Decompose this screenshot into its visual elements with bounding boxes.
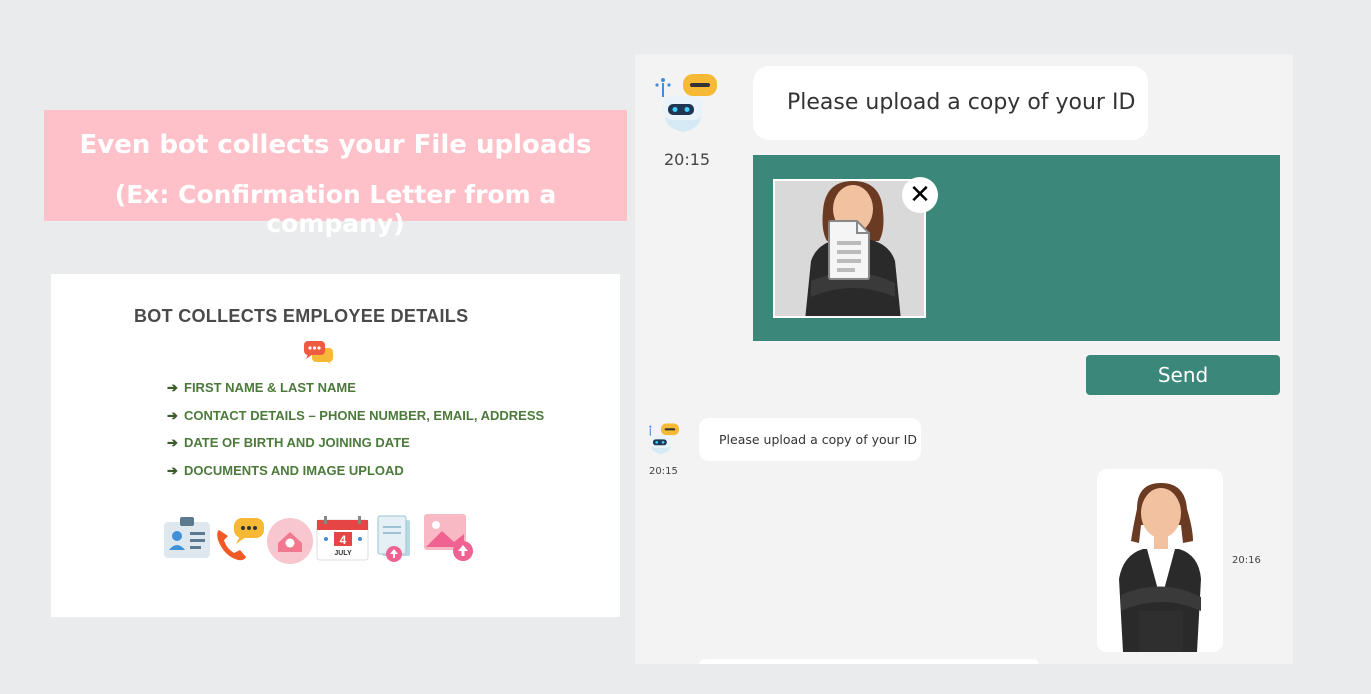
feature-icons-row: 4 JULY xyxy=(164,514,473,564)
list-item: ➔ DOCUMENTS AND IMAGE UPLOAD xyxy=(167,463,544,491)
upload-preview-panel xyxy=(753,155,1280,341)
list-item: ➔ CONTACT DETAILS – PHONE NUMBER, EMAIL, … xyxy=(167,408,544,436)
document-icon xyxy=(828,220,870,280)
message-timestamp: 20:15 xyxy=(649,466,678,477)
message-timestamp: 20:15 xyxy=(664,150,711,169)
chat-bubbles-icon xyxy=(304,341,333,365)
calendar-month-text: JULY xyxy=(334,550,352,557)
card-title: BOT COLLECTS EMPLOYEE DETAILS xyxy=(134,306,469,326)
employee-details-card: BOT COLLECTS EMPLOYEE DETAILS ➔ FIRST NAM… xyxy=(51,274,620,617)
home-location-icon xyxy=(267,518,313,564)
woman-portrait-image xyxy=(1097,469,1223,652)
arrow-icon: ➔ xyxy=(167,462,178,478)
phone-chat-icon xyxy=(217,518,264,561)
list-item: ➔ DATE OF BIRTH AND JOINING DATE xyxy=(167,435,544,463)
bot-message-bubble: Please upload a copy of your ID xyxy=(699,418,921,461)
remove-upload-button[interactable]: ✕ xyxy=(902,177,938,213)
arrow-icon: ➔ xyxy=(167,407,178,423)
bot-message-bubble: Please upload a copy of your ID xyxy=(753,66,1148,140)
arrow-icon: ➔ xyxy=(167,435,178,450)
calendar-day-text: 4 xyxy=(340,533,347,547)
calendar-icon: 4 JULY xyxy=(316,516,369,561)
document-upload-icon xyxy=(377,515,410,562)
id-card-icon xyxy=(164,517,210,558)
banner-line-2: (Ex: Confirmation Letter from a company) xyxy=(114,180,557,238)
user-image-message[interactable] xyxy=(1097,469,1223,652)
feature-list: ➔ FIRST NAME & LAST NAME ➔ CONTACT DETAILS… xyxy=(167,380,544,490)
banner-line-1: Even bot collects your File uploads xyxy=(79,130,592,160)
next-message-bubble xyxy=(699,659,1039,664)
list-item: ➔ FIRST NAME & LAST NAME xyxy=(167,380,544,408)
chat-window: Please upload a copy of your ID 20:15 ✕ … xyxy=(635,54,1293,664)
bot-avatar-icon xyxy=(655,74,717,132)
arrow-icon: ➔ xyxy=(167,380,178,395)
image-upload-icon xyxy=(424,514,473,561)
send-button[interactable]: Send xyxy=(1086,355,1280,395)
bot-avatar-icon xyxy=(649,423,679,455)
promo-banner: Even bot collects your File uploads (Ex:… xyxy=(44,110,627,238)
message-timestamp: 20:16 xyxy=(1232,555,1261,566)
